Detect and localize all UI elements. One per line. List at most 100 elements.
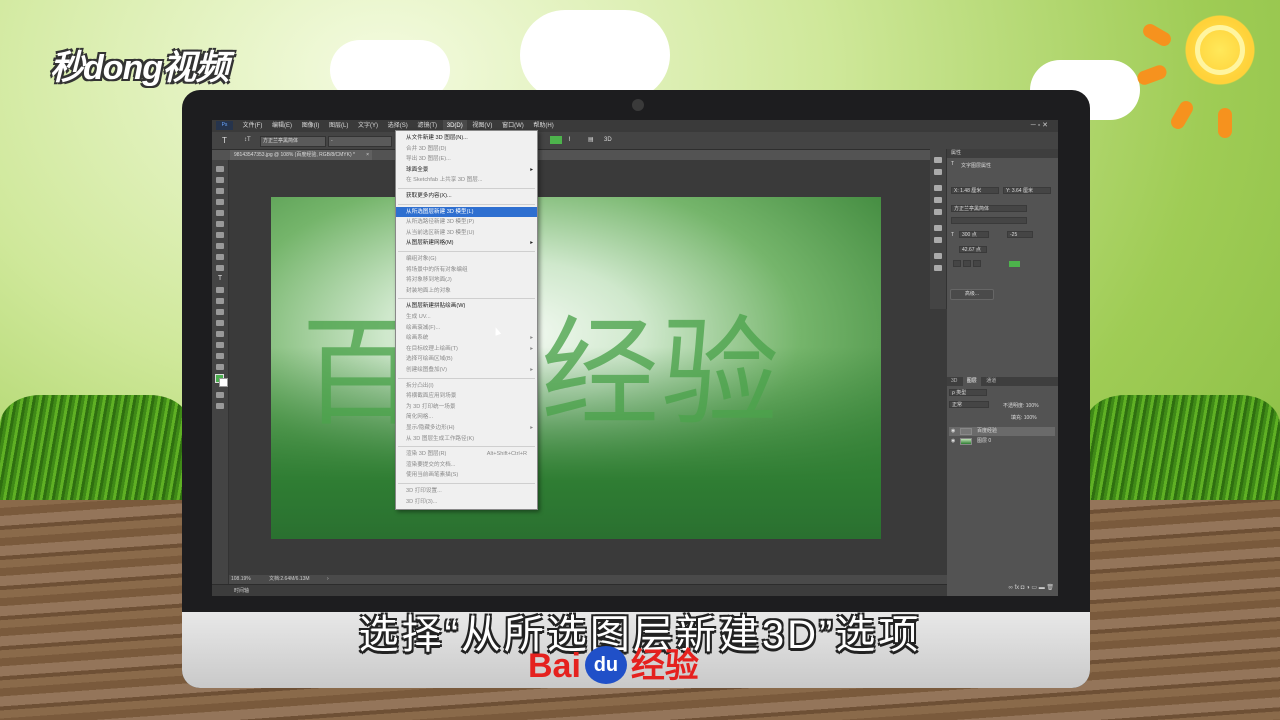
layer-row[interactable]: ◉ 百度经验 [949, 427, 1055, 436]
menu-item[interactable]: 封装地面上的对象 [396, 286, 537, 296]
fill-field[interactable]: 填充: 100% [1011, 414, 1037, 421]
menu-file[interactable]: 文件(F) [239, 120, 267, 132]
zoom-tool-icon[interactable] [216, 353, 224, 359]
history-panel-icon[interactable] [934, 157, 942, 163]
menu-item[interactable]: 从图层新建网格(M) ▸ [396, 238, 537, 248]
tab-layers[interactable]: 图层 [962, 377, 981, 386]
font-style-field[interactable] [951, 217, 1027, 224]
hand-tool-icon[interactable] [216, 342, 224, 348]
warp-text-icon[interactable]: ⌇ [568, 132, 571, 149]
type-tool-icon[interactable]: T [222, 132, 227, 149]
eyedropper-tool-icon[interactable] [216, 221, 224, 227]
3d-button[interactable]: 3D [604, 132, 612, 149]
tool-presets-icon[interactable] [934, 253, 942, 259]
paragraph-panel-icon[interactable] [934, 237, 942, 243]
gradient-tool-icon[interactable] [216, 298, 224, 304]
marquee-tool-icon[interactable] [216, 177, 224, 183]
blend-mode-select[interactable]: 正常 [949, 401, 989, 408]
clone-source-panel-icon[interactable] [934, 209, 942, 215]
menu-item[interactable]: 使用当前画笔素描(S) [396, 470, 537, 480]
font-style-select[interactable]: - [328, 136, 392, 147]
align-center-button[interactable] [963, 260, 971, 267]
move-tool-icon[interactable] [216, 166, 224, 172]
menu-item[interactable]: 渲染 3D 图层(R) Alt+Shift+Ctrl+R [396, 449, 537, 459]
menu-item[interactable]: 显示/隐藏多边形(H) ▸ [396, 423, 537, 433]
document-canvas[interactable]: 百度经验 [271, 197, 881, 539]
align-left-button[interactable] [953, 260, 961, 267]
visibility-eye-icon[interactable]: ◉ [951, 427, 955, 436]
menu-item[interactable]: 在 Sketchfab 上共享 3D 图层... [396, 175, 537, 185]
brush-tool-icon[interactable] [216, 243, 224, 249]
font-family-field[interactable]: 方正兰亭黑简体 [951, 205, 1027, 212]
zoom-level[interactable]: 108.19% [231, 575, 251, 584]
layer-row[interactable]: ◉ 图层 0 [949, 437, 1055, 446]
text-color-swatch[interactable] [550, 136, 562, 144]
menu-item[interactable]: 获取更多内容(X)... [396, 191, 537, 201]
path-selection-tool-icon[interactable] [216, 331, 224, 337]
text-color-swatch[interactable] [1009, 261, 1020, 267]
menu-item[interactable]: 简化网格... [396, 412, 537, 422]
tracking-field[interactable]: -25 [1007, 231, 1033, 238]
leading-field[interactable]: 42.67 点 [959, 246, 987, 253]
crop-tool-icon[interactable] [216, 210, 224, 216]
menu-item[interactable]: 将场景中的所有对象编组 [396, 265, 537, 275]
orientation-icon[interactable]: ↕T [244, 132, 251, 149]
character-panel-icon[interactable] [934, 225, 942, 231]
menu-item[interactable]: 3D 打印(3)... [396, 497, 537, 507]
menu-type[interactable]: 文字(Y) [354, 120, 382, 132]
advanced-button[interactable]: 高级... [950, 289, 994, 300]
menu-item[interactable]: 渲染要提交的文档... [396, 460, 537, 470]
healing-brush-tool-icon[interactable] [216, 232, 224, 238]
menu-item[interactable]: 创建绘图叠加(V) ▸ [396, 365, 537, 375]
menu-item[interactable]: 在目标纹理上绘画(T) ▸ [396, 344, 537, 354]
font-size-field[interactable]: 300 点 [959, 231, 989, 238]
menu-item[interactable]: 球面全景 ▸ [396, 165, 537, 175]
y-position-field[interactable]: Y: 3.64 厘米 [1003, 187, 1051, 194]
menu-item[interactable]: 绘画系统 ▸ [396, 333, 537, 343]
menu-image[interactable]: 图像(I) [298, 120, 324, 132]
menu-item[interactable]: 从所选图层新建 3D 模型(L) [396, 206, 537, 217]
quick-mask-icon[interactable] [216, 392, 224, 398]
eraser-tool-icon[interactable] [216, 287, 224, 293]
panels-toggle-icon[interactable]: ▤ [588, 132, 594, 149]
adjustments-panel-icon[interactable] [934, 185, 942, 191]
3d-panel-icon[interactable] [934, 265, 942, 271]
menu-item[interactable]: 从图层新建拼贴绘画(W) [396, 301, 537, 311]
menu-item[interactable]: 将横截面应用到场景 [396, 391, 537, 401]
menu-layer[interactable]: 图层(L) [325, 120, 352, 132]
menu-item[interactable]: 拆分凸出(I) [396, 381, 537, 391]
close-tab-icon[interactable]: × [366, 150, 369, 160]
screen-mode-icon[interactable] [216, 403, 224, 409]
document-tab[interactable]: 98143547353.jpg @ 108% (百度经验, RGB/8/CMYK… [230, 150, 372, 160]
layer-kind-filter[interactable]: ρ 类型 [949, 389, 987, 396]
dodge-tool-icon[interactable] [216, 309, 224, 315]
lasso-tool-icon[interactable] [216, 188, 224, 194]
tab-3d[interactable]: 3D [947, 377, 961, 386]
type-tool-icon[interactable]: T [216, 275, 224, 283]
menu-item[interactable]: 从当前选区新建 3D 模型(U) [396, 228, 537, 238]
opacity-field[interactable]: 不透明度: 100% [1003, 402, 1039, 409]
menu-item[interactable]: 从 3D 图层生成工作路径(K) [396, 434, 537, 444]
menu-item[interactable]: 选择可绘画区域(B) [396, 354, 537, 364]
window-controls[interactable]: ─ ▫ ✕ [1027, 120, 1052, 132]
history-brush-tool-icon[interactable] [216, 265, 224, 271]
menu-item[interactable]: 从文件新建 3D 图层(N)... [396, 133, 537, 143]
menu-item[interactable]: 将对象移到地面(J) [396, 275, 537, 285]
menu-item[interactable]: 从所选路径新建 3D 模型(P) [396, 217, 537, 227]
clone-stamp-tool-icon[interactable] [216, 254, 224, 260]
tab-channels[interactable]: 通道 [982, 377, 1000, 386]
quick-select-tool-icon[interactable] [216, 199, 224, 205]
menu-edit[interactable]: 编辑(E) [268, 120, 296, 132]
menu-item[interactable]: 生成 UV... [396, 312, 537, 322]
font-family-select[interactable]: 方正兰亭黑简体 [260, 136, 326, 147]
visibility-eye-icon[interactable]: ◉ [951, 437, 955, 446]
menu-item[interactable]: 编组对象(G) [396, 254, 537, 264]
menu-item[interactable]: 导出 3D 图层(E)... [396, 154, 537, 164]
align-right-button[interactable] [973, 260, 981, 267]
menu-item[interactable]: 3D 打印设置... [396, 486, 537, 496]
x-position-field[interactable]: X: 1.48 厘米 [951, 187, 999, 194]
timeline-tab[interactable]: 时间轴 [212, 588, 249, 594]
properties-title[interactable]: 属性 [947, 150, 961, 156]
more-tools-icon[interactable] [216, 364, 224, 370]
status-menu-icon[interactable]: › [327, 575, 329, 584]
